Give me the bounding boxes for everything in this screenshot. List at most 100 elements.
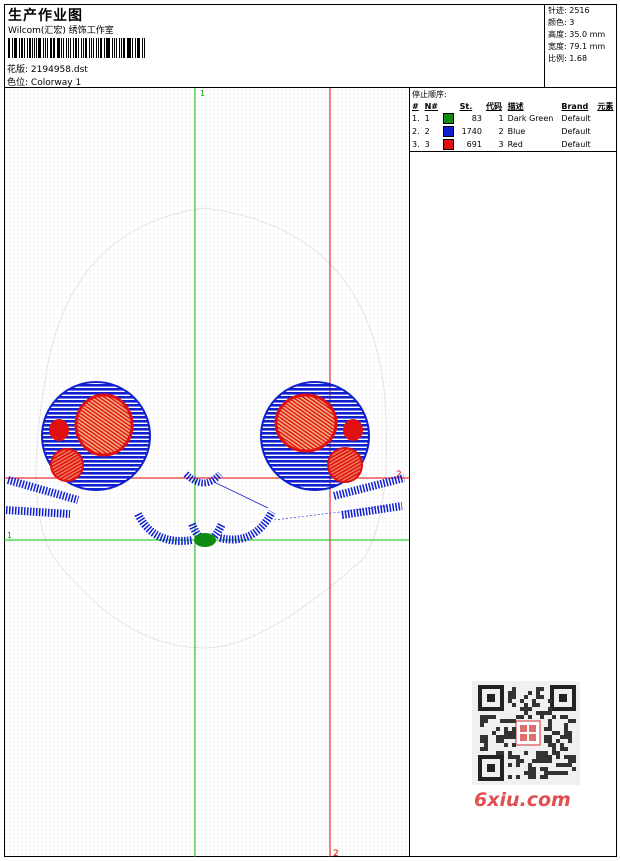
qr-module [540,711,544,715]
qr-module [544,767,548,771]
barcode-bar [54,38,56,58]
qr-module [564,735,568,739]
qr-module [568,731,572,735]
qr-module [520,759,524,763]
row-stitches: 691 [457,138,484,152]
col-brand: Brand [561,101,589,111]
row-stitches: 1740 [461,127,482,136]
color-swatch [443,126,455,137]
col-code: 代码 [485,101,502,111]
qr-module [492,715,496,719]
qr-module [496,751,500,755]
barcode-bar [105,38,107,58]
qr-module [560,747,564,751]
header-panel: 生产作业图 Wilcom(汇宏) 绣饰工作室 花版: 2194958.dst 色… [4,4,545,88]
qr-module [540,751,544,755]
qr-module [552,715,556,719]
barcode-bar [42,38,45,58]
qr-module [528,775,532,779]
qr-module [568,719,572,723]
qr-module [512,687,516,691]
qr-module [516,755,520,759]
table-row[interactable]: 3. 3 691 3 Red Default [410,138,617,152]
qr-module [548,771,552,775]
table-row[interactable]: 2. 2 1740 2 Blue Default [410,125,617,138]
qr-module [516,715,520,719]
stitch-count: 针迹: 2516 [548,6,590,15]
barcode-bar [19,38,20,58]
barcode-bar [107,38,110,58]
page-title: 生产作业图 [8,8,83,24]
qr-module [556,763,560,767]
barcode-bar [142,38,143,58]
qr-module [556,731,560,735]
row-element [595,125,617,138]
barcode-bar [49,38,52,58]
barcode-bar [36,38,38,58]
qr-module [540,759,544,763]
qr-module [508,699,512,703]
qr-module [480,747,484,751]
barcode-bar [38,38,41,58]
qr-module [484,739,488,743]
qr-module [548,727,552,731]
qr-module [508,755,512,759]
qr-module [532,767,536,771]
qr-module [548,759,552,763]
qr-module [536,703,540,707]
qr-module [536,695,540,699]
qr-module [532,771,536,775]
qr-module [548,707,552,711]
qr-module [572,767,576,771]
barcode-bar [28,38,31,58]
row-desc: Dark Green [507,114,554,123]
qr-module [504,727,508,731]
barcode-bar [60,38,62,58]
qr-module [564,727,568,731]
row-color [441,125,457,138]
col-stitches: St. [459,101,473,111]
embroidery-preview: 1 2 1 2 [4,88,409,857]
row-index: 1. [412,114,420,123]
table-row[interactable]: 1. 1 83 1 Dark Green Default [410,112,617,125]
qr-module [512,727,516,731]
row-color [441,112,457,125]
qr-module [504,735,508,739]
barcode-bar [131,38,133,58]
barcode-bar [20,38,24,58]
guide-label-v2: 2 [333,849,339,857]
stats-panel: 针迹: 2516 颜色: 3 高度: 35.0 mm 宽度: 79.1 mm 比… [545,4,617,88]
qr-module [524,695,528,699]
company-name: Wilcom(汇宏) 绣饰工作室 [8,26,114,36]
barcode-bar [100,38,102,58]
qr-module [568,755,572,759]
qr-module [544,735,548,739]
qr-module [556,755,560,759]
qr-module [516,775,520,779]
barcode-bar [75,38,78,58]
barcode-bar [92,38,95,58]
row-desc: Red [505,138,560,152]
qr-module [564,755,568,759]
barcode-bar [126,38,128,58]
row-n: 1 [424,114,430,123]
qr-module [512,743,516,747]
qr-module [480,719,484,723]
qr-module [556,751,560,755]
barcode-bar [136,38,138,58]
colorway-value: Colorway 1 [30,78,82,88]
qr-module [520,707,524,711]
qr-module [480,739,484,743]
qr-module [544,751,548,755]
qr-module [508,763,512,767]
row-n: 3 [422,138,442,152]
qr-module [512,731,516,735]
barcode-bar [13,38,15,58]
row-code: 3 [483,138,506,152]
design-canvas[interactable]: 1 2 1 2 [4,88,410,857]
barcode-bar [57,38,60,58]
qr-module [516,763,520,767]
qr-module [508,719,512,723]
barcode-bar [103,38,105,58]
barcode-bar [113,38,115,58]
